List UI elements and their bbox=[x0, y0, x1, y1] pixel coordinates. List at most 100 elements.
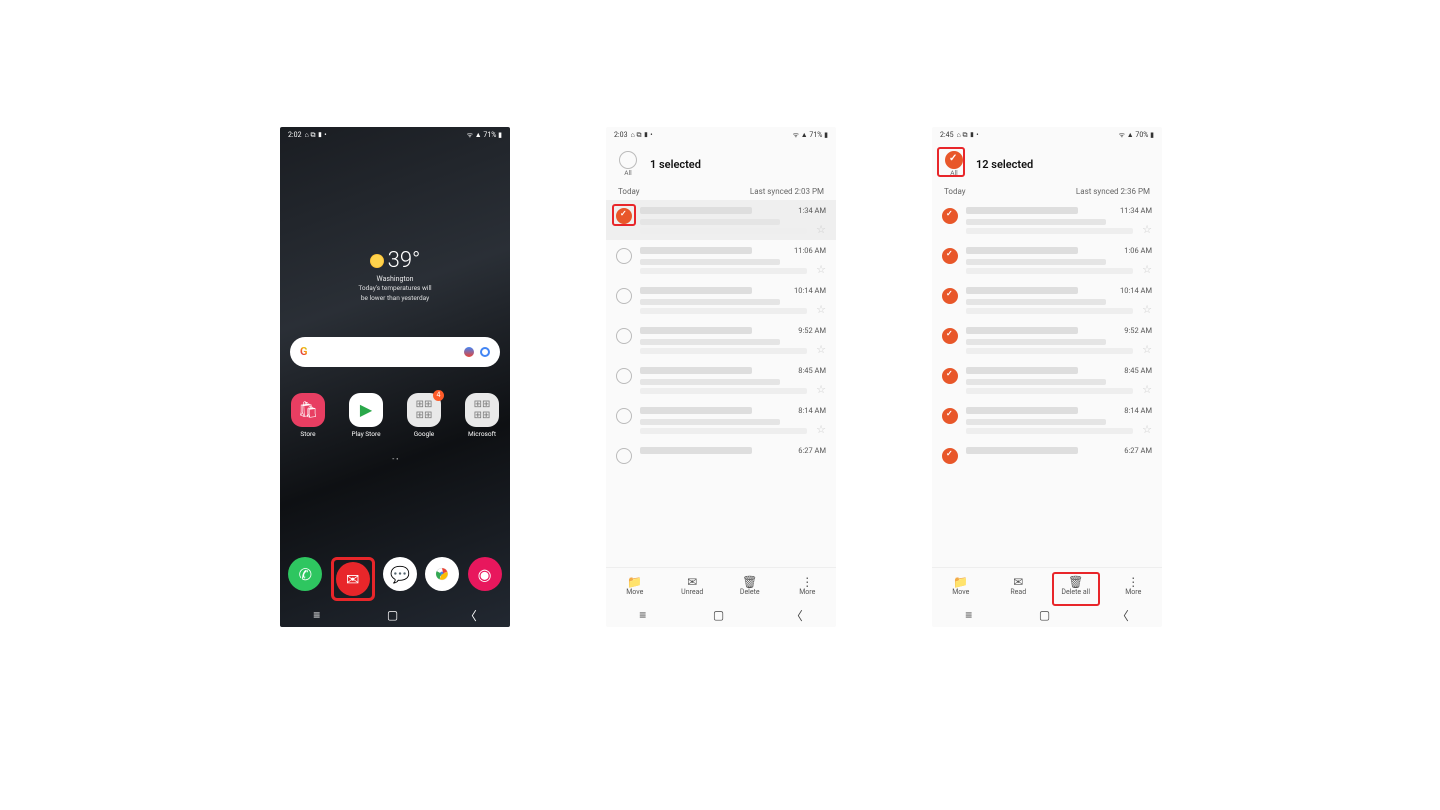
phone-email-12selected: 2:45⌂ ⧉ ▮ • ᯤ ▲ 70% ▮ All 12 selected To… bbox=[932, 127, 1162, 627]
email-item[interactable]: 10:14 AM☆ bbox=[606, 280, 836, 320]
sun-icon bbox=[370, 254, 384, 268]
mic-icon[interactable] bbox=[464, 347, 474, 357]
email-item[interactable]: 8:45 AM☆ bbox=[932, 360, 1162, 400]
selection-header: All 1 selected bbox=[606, 143, 836, 179]
weather-line2: be lower than yesterday bbox=[280, 295, 510, 303]
dock-camera[interactable]: ◉ bbox=[468, 557, 502, 591]
section-today: TodayLast synced 2:03 PM bbox=[606, 183, 836, 200]
action-move[interactable]: 📁Move bbox=[613, 576, 657, 596]
checkbox-icon[interactable] bbox=[616, 208, 632, 224]
action-delete[interactable]: 🗑Delete bbox=[728, 576, 772, 596]
checkbox-icon[interactable] bbox=[942, 208, 958, 224]
dock-email[interactable]: ✉ bbox=[336, 562, 370, 596]
checkbox-icon[interactable] bbox=[942, 408, 958, 424]
nav-home[interactable]: ▢ bbox=[1039, 608, 1050, 622]
dock-messages[interactable]: 💬 bbox=[383, 557, 417, 591]
dock-phone[interactable]: ✆ bbox=[288, 557, 322, 591]
google-g-icon bbox=[300, 345, 314, 359]
star-icon[interactable]: ☆ bbox=[1142, 263, 1152, 276]
status-bar: 2:45⌂ ⧉ ▮ • ᯤ ▲ 70% ▮ bbox=[932, 127, 1162, 143]
nav-bar: ≡ ▢ 〈 bbox=[932, 603, 1162, 627]
star-icon[interactable]: ☆ bbox=[1142, 423, 1152, 436]
action-more[interactable]: ⋮More bbox=[1111, 576, 1155, 596]
email-item[interactable]: 11:06 AM☆ bbox=[606, 240, 836, 280]
star-icon[interactable]: ☆ bbox=[1142, 383, 1152, 396]
checkbox-icon[interactable] bbox=[942, 248, 958, 264]
google-search-bar[interactable] bbox=[290, 337, 500, 367]
nav-home[interactable]: ▢ bbox=[713, 608, 724, 622]
email-item[interactable]: 6:27 AM bbox=[932, 440, 1162, 470]
email-item[interactable]: 9:52 AM☆ bbox=[606, 320, 836, 360]
phone-home-screen: 2:02⌂ ⧉ ▮ • ᯤ ▲ 71% ▮ 39° Washington Tod… bbox=[280, 127, 510, 627]
action-more[interactable]: ⋮More bbox=[785, 576, 829, 596]
nav-home[interactable]: ▢ bbox=[387, 608, 398, 622]
email-item[interactable]: 8:14 AM☆ bbox=[932, 400, 1162, 440]
checkbox-icon[interactable] bbox=[616, 288, 632, 304]
app-store[interactable]: 🛍Store bbox=[288, 393, 328, 438]
email-item[interactable]: 1:06 AM☆ bbox=[932, 240, 1162, 280]
email-item[interactable]: 10:14 AM☆ bbox=[932, 280, 1162, 320]
checkbox-icon[interactable] bbox=[942, 328, 958, 344]
email-item[interactable]: 8:14 AM☆ bbox=[606, 400, 836, 440]
weather-widget[interactable]: 39° Washington Today's temperatures will… bbox=[280, 248, 510, 303]
checkbox-icon[interactable] bbox=[616, 328, 632, 344]
weather-line1: Today's temperatures will bbox=[280, 285, 510, 293]
checkbox-icon[interactable] bbox=[942, 368, 958, 384]
bottom-action-bar: 📁Move ✉Read 🗑Delete all ⋮More bbox=[932, 567, 1162, 603]
status-bar: 2:03⌂ ⧉ ▮ • ᯤ ▲ 71% ▮ bbox=[606, 127, 836, 143]
selected-count: 12 selected bbox=[976, 158, 1033, 171]
action-read[interactable]: ✉Read bbox=[996, 576, 1040, 596]
action-unread[interactable]: ✉Unread bbox=[670, 576, 714, 596]
star-icon[interactable]: ☆ bbox=[1142, 343, 1152, 356]
checkbox-icon[interactable] bbox=[616, 248, 632, 264]
select-all[interactable]: All bbox=[616, 151, 640, 177]
email-item[interactable]: 8:45 AM☆ bbox=[606, 360, 836, 400]
app-play-store[interactable]: ▶Play Store bbox=[346, 393, 386, 438]
selected-count: 1 selected bbox=[650, 158, 701, 171]
action-move[interactable]: 📁Move bbox=[939, 576, 983, 596]
checkbox-icon[interactable] bbox=[616, 408, 632, 424]
action-delete-all[interactable]: 🗑Delete all bbox=[1054, 576, 1098, 596]
app-microsoft-folder[interactable]: ⊞⊞⊞⊞Microsoft bbox=[462, 393, 502, 438]
email-item[interactable]: 11:34 AM☆ bbox=[932, 200, 1162, 240]
status-icons-right: ᯤ ▲ 71% ▮ bbox=[467, 131, 502, 140]
star-icon[interactable]: ☆ bbox=[816, 263, 826, 276]
highlight-email-app: ✉ bbox=[331, 557, 375, 601]
app-row: 🛍Store ▶Play Store ⊞⊞⊞⊞4Google ⊞⊞⊞⊞Micro… bbox=[280, 393, 510, 438]
checkbox-icon[interactable] bbox=[616, 368, 632, 384]
weather-city: Washington bbox=[280, 275, 510, 283]
bottom-action-bar: 📁Move ✉Unread 🗑Delete ⋮More bbox=[606, 567, 836, 603]
star-icon[interactable]: ☆ bbox=[816, 343, 826, 356]
star-icon[interactable]: ☆ bbox=[1142, 223, 1152, 236]
selection-header: All 12 selected bbox=[932, 143, 1162, 179]
dock: ✆ ✉ 💬 ◉ bbox=[280, 557, 510, 601]
phone-email-1selected: 2:03⌂ ⧉ ▮ • ᯤ ▲ 71% ▮ All 1 selected Tod… bbox=[606, 127, 836, 627]
checkbox-icon[interactable] bbox=[616, 448, 632, 464]
email-item[interactable]: 1:34 AM ☆ bbox=[606, 200, 836, 240]
checkbox-icon[interactable] bbox=[942, 288, 958, 304]
email-item[interactable]: 6:27 AM bbox=[606, 440, 836, 470]
nav-back[interactable]: 〈 bbox=[1117, 607, 1129, 624]
email-item[interactable]: 9:52 AM☆ bbox=[932, 320, 1162, 360]
chrome-icon bbox=[435, 567, 449, 581]
star-icon[interactable]: ☆ bbox=[816, 223, 826, 236]
nav-recents[interactable]: ≡ bbox=[313, 608, 320, 622]
nav-back[interactable]: 〈 bbox=[791, 607, 803, 624]
star-icon[interactable]: ☆ bbox=[1142, 303, 1152, 316]
star-icon[interactable]: ☆ bbox=[816, 383, 826, 396]
select-all[interactable]: All bbox=[942, 151, 966, 177]
nav-recents[interactable]: ≡ bbox=[639, 608, 646, 622]
nav-bar: ≡ ▢ 〈 bbox=[280, 603, 510, 627]
nav-bar: ≡ ▢ 〈 bbox=[606, 603, 836, 627]
nav-back[interactable]: 〈 bbox=[465, 607, 477, 624]
section-today: TodayLast synced 2:36 PM bbox=[932, 183, 1162, 200]
lens-icon[interactable] bbox=[480, 347, 490, 357]
star-icon[interactable]: ☆ bbox=[816, 423, 826, 436]
badge-count: 4 bbox=[433, 390, 444, 401]
status-icons-left: ⌂ ⧉ ▮ • bbox=[305, 131, 327, 140]
nav-recents[interactable]: ≡ bbox=[965, 608, 972, 622]
star-icon[interactable]: ☆ bbox=[816, 303, 826, 316]
checkbox-icon[interactable] bbox=[942, 448, 958, 464]
app-google-folder[interactable]: ⊞⊞⊞⊞4Google bbox=[404, 393, 444, 438]
dock-chrome[interactable] bbox=[425, 557, 459, 591]
